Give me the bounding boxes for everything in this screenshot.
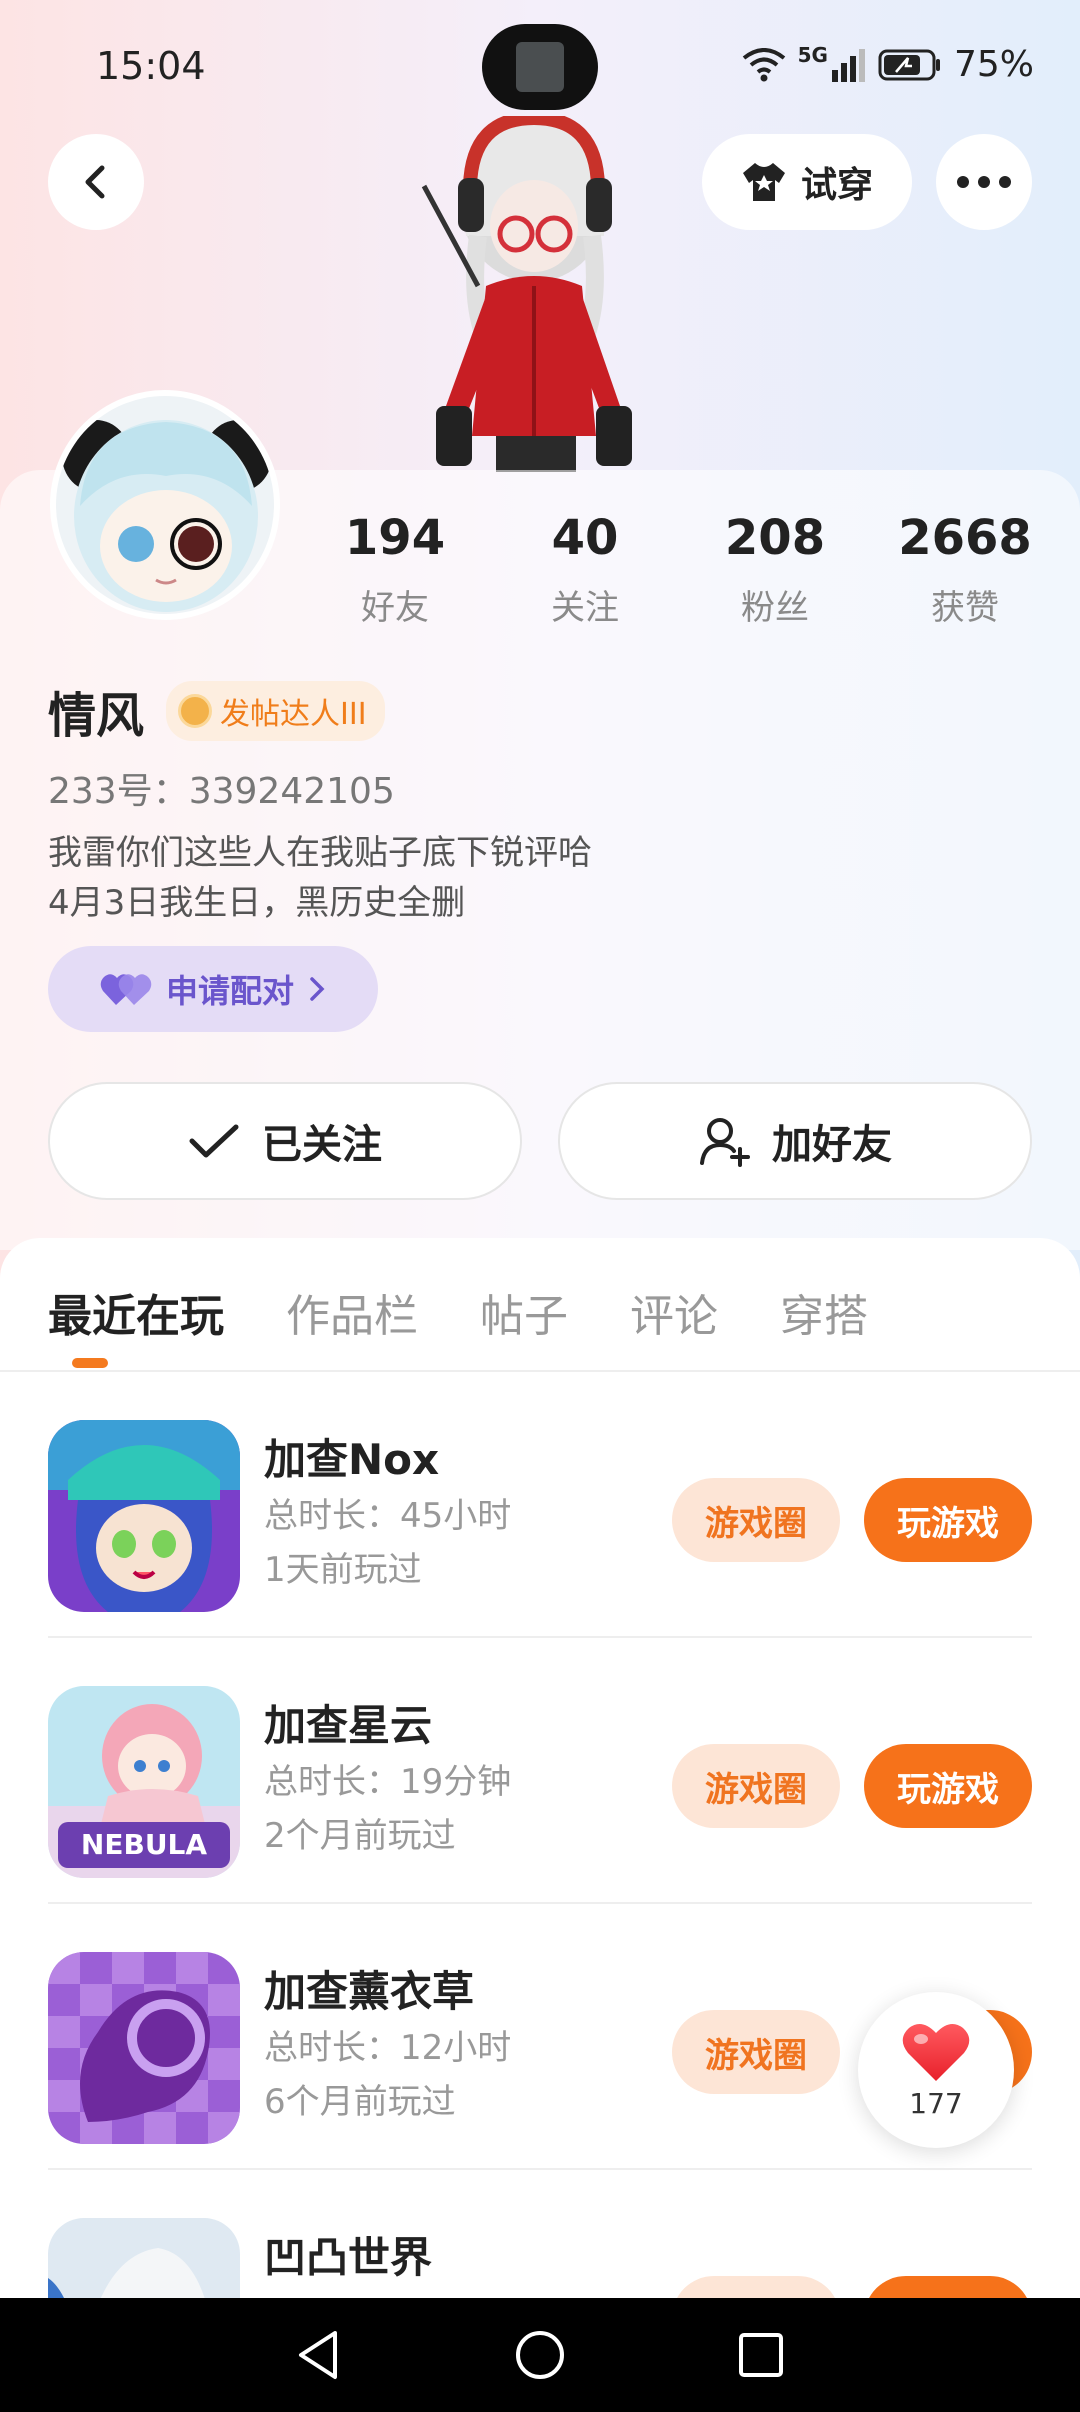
- battery-icon: [878, 49, 940, 80]
- status-icons: 5G 75%: [742, 42, 1034, 85]
- heart-icon: [902, 2023, 970, 2081]
- back-button[interactable]: [48, 134, 144, 230]
- tab-posts[interactable]: 帖子: [480, 1280, 568, 1344]
- avatar-3d-character[interactable]: [406, 110, 656, 472]
- tab-comments[interactable]: 评论: [630, 1280, 718, 1344]
- network-label: 5G: [797, 42, 828, 67]
- game-last-played: 6个月前玩过: [264, 2082, 456, 2122]
- game-name: 加查薰衣草: [264, 1967, 475, 2016]
- pair-label: 申请配对: [165, 972, 294, 1010]
- stat-value: 40: [551, 510, 619, 566]
- stat-label: 获赞: [931, 588, 999, 628]
- game-duration: 总时长：45小时: [264, 1496, 512, 1536]
- status-bar: 15:04 5G 75%: [0, 0, 1080, 130]
- stat-label: 关注: [551, 588, 619, 628]
- tab-works[interactable]: 作品栏: [286, 1280, 418, 1344]
- check-icon: [189, 1124, 239, 1158]
- add-user-icon: [700, 1118, 750, 1167]
- game-icon[interactable]: [48, 1420, 240, 1612]
- nav-recent-icon[interactable]: [737, 2331, 785, 2379]
- game-circle-button[interactable]: 游戏圈: [672, 2010, 840, 2094]
- tab-recent-play[interactable]: 最近在玩: [48, 1280, 224, 1344]
- bio-line: 4月3日我生日，黑历史全删: [48, 883, 466, 923]
- back-arrow-icon: [85, 165, 105, 199]
- stat-friends[interactable]: 194 好友: [300, 510, 490, 629]
- user-name: 情风: [48, 688, 145, 744]
- nav-back-icon[interactable]: [295, 2329, 343, 2381]
- name-row: 情风 发帖达人III: [48, 676, 385, 746]
- play-game-button[interactable]: 玩游戏: [864, 1478, 1032, 1562]
- game-last-played: 1天前玩过: [264, 1550, 422, 1590]
- following-label: 已关注: [262, 1122, 382, 1168]
- stat-label: 好友: [361, 588, 429, 628]
- svg-text:NEBULA: NEBULA: [81, 1828, 207, 1861]
- signal-icon: [831, 48, 865, 82]
- stat-value: 2668: [898, 510, 1032, 566]
- game-duration: 总时长：19分钟: [264, 1762, 512, 1802]
- status-time: 15:04: [96, 44, 206, 88]
- like-count: 177: [909, 2086, 963, 2120]
- list-item[interactable]: NEBULA 加查星云 总时长：19分钟 2个月前玩过 游戏圈 玩游戏: [0, 1638, 1080, 1904]
- game-circle-button[interactable]: 游戏圈: [672, 1744, 840, 1828]
- game-list: 加查Nox 总时长：45小时 1天前玩过 游戏圈 玩游戏 NEBULA 加查星云…: [0, 1372, 1080, 2412]
- game-circle-button[interactable]: 游戏圈: [672, 1478, 840, 1562]
- list-item[interactable]: 加查Nox 总时长：45小时 1天前玩过 游戏圈 玩游戏: [0, 1372, 1080, 1638]
- stat-label: 粉丝: [741, 588, 809, 628]
- game-icon[interactable]: [48, 1952, 240, 2144]
- game-icon[interactable]: NEBULA: [48, 1686, 240, 1878]
- add-friend-label: 加好友: [772, 1122, 892, 1168]
- nav-home-icon[interactable]: [514, 2329, 566, 2381]
- user-badge[interactable]: 发帖达人III: [166, 681, 385, 741]
- pair-request-button[interactable]: 申请配对: [48, 946, 378, 1032]
- stat-likes[interactable]: 2668 获赞: [870, 510, 1060, 629]
- user-bio: 我雷你们这些人在我贴子底下锐评哈 4月3日我生日，黑历史全删: [48, 828, 592, 928]
- stats-row: 194 好友 40 关注 208 粉丝 2668 获赞: [300, 510, 1060, 629]
- user-id: 233号：339242105: [48, 771, 395, 812]
- chevron-right-icon: [310, 977, 325, 1001]
- tab-outfits[interactable]: 穿搭: [780, 1280, 868, 1344]
- game-duration: 总时长：12小时: [264, 2028, 512, 2068]
- game-name: 凹凸世界: [264, 2233, 433, 2282]
- following-button[interactable]: 已关注: [48, 1082, 522, 1200]
- game-last-played: 2个月前玩过: [264, 1816, 456, 1856]
- game-name: 加查Nox: [264, 1435, 440, 1484]
- camera-cutout: [482, 24, 598, 110]
- play-game-button[interactable]: 玩游戏: [864, 1744, 1032, 1828]
- more-icon: [957, 176, 1011, 188]
- try-on-button[interactable]: 试穿: [702, 134, 912, 230]
- more-button[interactable]: [936, 134, 1032, 230]
- battery-level: 75%: [953, 44, 1034, 85]
- stat-following[interactable]: 40 关注: [490, 510, 680, 629]
- wifi-icon: [742, 47, 785, 81]
- game-name: 加查星云: [264, 1701, 433, 1750]
- badge-medal-icon: [178, 694, 213, 728]
- bio-line: 我雷你们这些人在我贴子底下锐评哈: [48, 833, 592, 873]
- stat-fans[interactable]: 208 粉丝: [680, 510, 870, 629]
- stat-value: 208: [724, 510, 826, 566]
- system-nav-bar: [0, 2298, 1080, 2412]
- avatar[interactable]: [50, 390, 280, 620]
- shirt-icon: [742, 163, 785, 201]
- stat-value: 194: [344, 510, 446, 566]
- heart-link-icon: [100, 974, 152, 1005]
- floating-like-button[interactable]: 177: [858, 1992, 1014, 2148]
- tab-indicator: [72, 1358, 108, 1368]
- tab-bar: 最近在玩 作品栏 帖子 评论 穿搭: [48, 1280, 868, 1344]
- try-on-label: 试穿: [800, 165, 873, 206]
- add-friend-button[interactable]: 加好友: [558, 1082, 1032, 1200]
- badge-label: 发帖达人III: [220, 697, 367, 732]
